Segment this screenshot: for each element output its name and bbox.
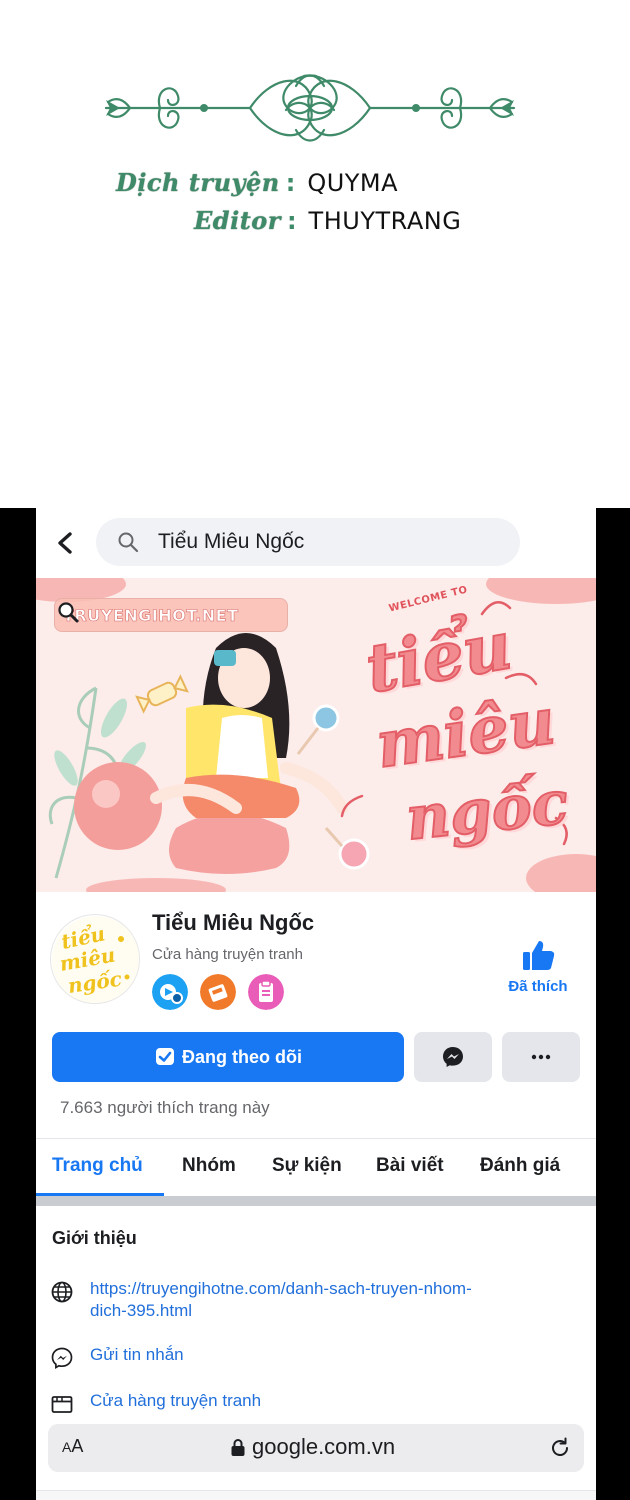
like-status-button[interactable]: Đã thích [498, 938, 578, 1008]
page-name: Tiểu Miêu Ngốc [152, 910, 315, 935]
credit-separator: : [286, 207, 297, 235]
reload-icon[interactable] [548, 1436, 572, 1460]
website-row: https://truyengihotne.com/danh-sach-truy… [50, 1278, 580, 1328]
page-tabs: Trang chủ Nhóm Sự kiện Bài viết Đánh giá [36, 1138, 596, 1197]
avatar[interactable]: tiểu miêu ngốc [50, 914, 140, 1004]
search-query: Tiểu Miêu Ngốc [158, 530, 305, 553]
credits-area: Dịch truyện: QUYMA Editor: THUYTRANG [0, 0, 630, 508]
messenger-button[interactable] [414, 1032, 492, 1082]
page-profile-header: tiểu miêu ngốc Tiểu Miêu Ngốc Cửa hàng t… [36, 892, 596, 1152]
text-size-button[interactable]: AA [62, 1436, 83, 1457]
search-icon [118, 532, 139, 553]
store-row: Cửa hàng truyện tranh [50, 1390, 580, 1420]
like-status-label: Đã thích [508, 978, 568, 995]
translator-name: QUYMA [307, 169, 399, 197]
website-link-line-2: dich-395.html [90, 1301, 193, 1320]
search-input[interactable]: Tiểu Miêu Ngốc [96, 518, 520, 566]
editor-label: Editor [194, 206, 281, 235]
likes-count: 7.663 người thích trang này [60, 1098, 270, 1117]
url-text: google.com.vn [252, 1434, 396, 1459]
messenger-icon [443, 1047, 463, 1067]
tab-posts[interactable]: Bài viết [376, 1155, 444, 1177]
section-divider [36, 1196, 596, 1206]
shop-badge-icon[interactable] [200, 974, 236, 1010]
more-options-button[interactable] [502, 1032, 580, 1082]
flourish-ornament-icon [104, 74, 516, 142]
following-button[interactable]: Đang theo dõi [52, 1032, 404, 1082]
video-badge-icon[interactable] [152, 974, 188, 1010]
tab-events[interactable]: Sự kiện [272, 1155, 342, 1177]
globe-icon [51, 1281, 73, 1303]
facebook-page-screenshot: Tiểu Miêu Ngốc TRUYENGIHOT.NET WELCOME T… [36, 508, 596, 1500]
tab-reviews[interactable]: Đánh giá [480, 1155, 560, 1177]
ellipsis-icon [531, 1054, 551, 1060]
site-watermark-text: TRUYENGIHOT.NET [63, 606, 239, 626]
thumbs-up-icon [523, 941, 555, 970]
editor-credit: Editor: THUYTRANG [194, 206, 461, 236]
messenger-icon [51, 1347, 73, 1369]
clipboard-badge-icon[interactable] [248, 974, 284, 1010]
tab-groups[interactable]: Nhóm [182, 1155, 236, 1177]
intro-section: Giới thiệu https://truyengihotne.com/dan… [36, 1206, 596, 1500]
tab-home[interactable]: Trang chủ [52, 1155, 143, 1177]
send-message-row: Gửi tin nhắn [50, 1344, 580, 1374]
chevron-left-icon[interactable] [50, 526, 82, 560]
follow-check-icon [156, 1048, 174, 1066]
translator-credit: Dịch truyện: QUYMA [116, 168, 398, 198]
bottom-toolbar-edge [36, 1490, 596, 1500]
avatar-logo: tiểu miêu ngốc [52, 916, 139, 1003]
browser-address-bar[interactable]: AA google.com.vn [48, 1424, 584, 1472]
following-button-label: Đang theo dõi [182, 1047, 302, 1067]
lock-icon [231, 1439, 245, 1456]
cover-photo[interactable]: TRUYENGIHOT.NET WELCOME TO tiểu miêu ngố… [36, 578, 596, 892]
text-size-big: A [71, 1436, 84, 1456]
translator-label: Dịch truyện [116, 168, 280, 197]
storefront-icon [51, 1396, 73, 1413]
website-link[interactable]: https://truyengihotne.com/danh-sach-truy… [90, 1278, 472, 1322]
site-watermark-badge: TRUYENGIHOT.NET [54, 598, 288, 632]
credit-separator: : [285, 169, 296, 197]
search-icon [58, 602, 79, 623]
text-size-small: A [62, 1439, 72, 1455]
website-link-line-1: https://truyengihotne.com/danh-sach-truy… [90, 1279, 472, 1298]
store-category-link[interactable]: Cửa hàng truyện tranh [90, 1390, 261, 1412]
search-bar: Tiểu Miêu Ngốc [36, 508, 596, 578]
intro-title: Giới thiệu [52, 1228, 137, 1248]
send-message-link[interactable]: Gửi tin nhắn [90, 1344, 184, 1366]
editor-name: THUYTRANG [308, 207, 462, 235]
page-category: Cửa hàng truyện tranh [152, 946, 303, 963]
